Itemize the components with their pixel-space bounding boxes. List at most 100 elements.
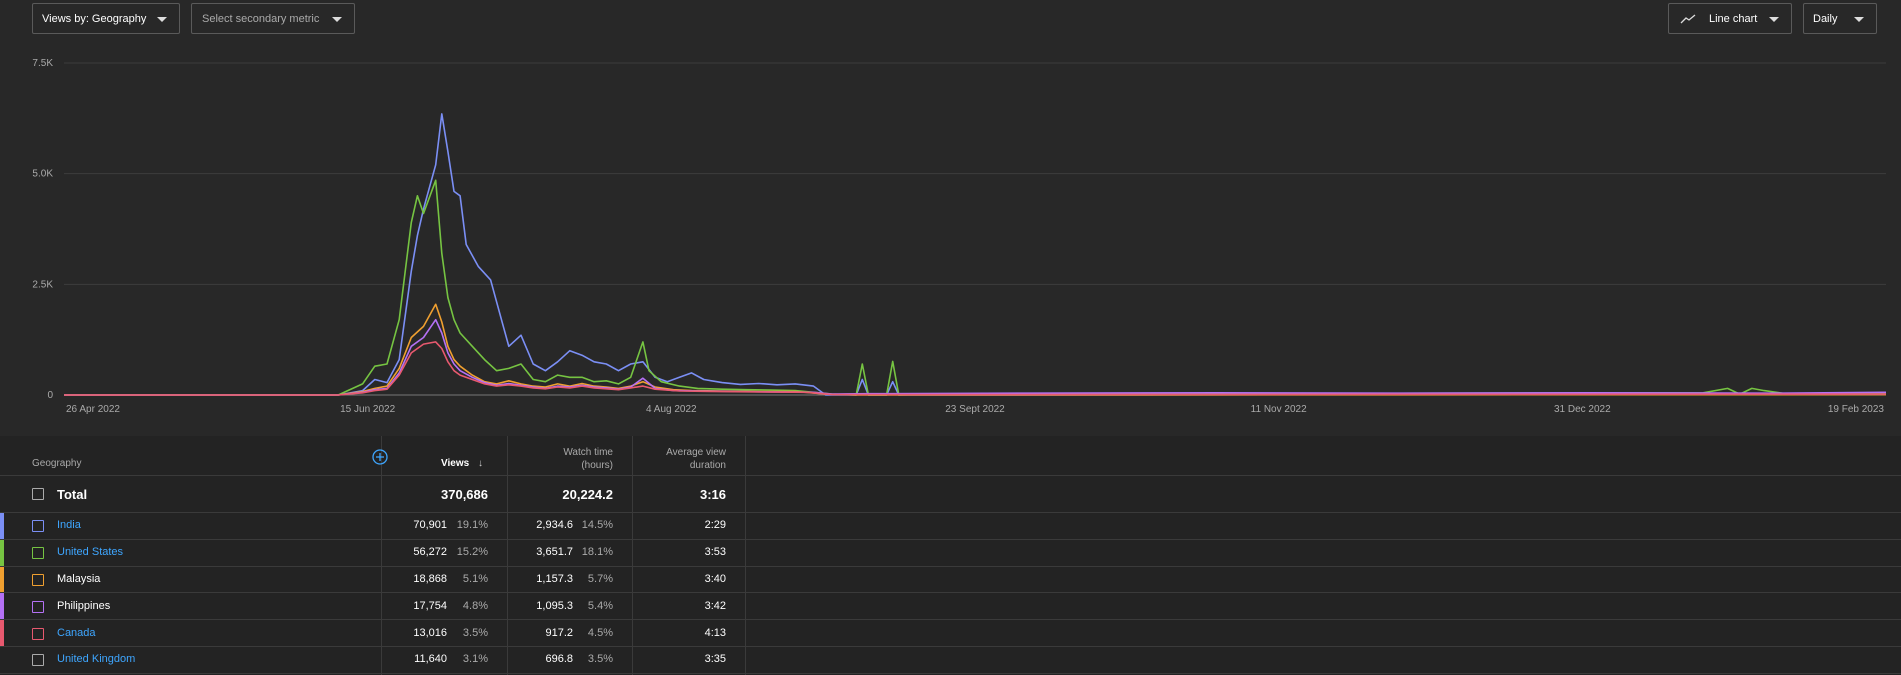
geography-table: Geography Views ↓ Watch time (hours) Ave…: [0, 436, 1901, 675]
total-avd: 3:16: [699, 487, 726, 502]
table-row[interactable]: Philippines 17,754 4.8% 1,095.3 5.4% 3:42: [0, 593, 1901, 621]
x-tick-label: 26 Apr 2022: [66, 404, 120, 415]
y-tick-label: 5.0K: [32, 169, 53, 180]
views-column-header[interactable]: Views ↓: [441, 457, 483, 470]
country-name: Philippines: [57, 599, 111, 612]
series-color-bar: [0, 539, 4, 567]
table-row[interactable]: United States 56,272 15.2% 3,651.7 18.1% 3:53: [0, 539, 1901, 567]
watch-time-percent: 5.4%: [587, 599, 613, 612]
watch-time-value: 2,934.6: [536, 519, 573, 532]
watch-time-header-line2: (hours): [581, 460, 613, 471]
watch-time-percent: 14.5%: [581, 519, 613, 532]
table-row[interactable]: United Kingdom 11,640 3.1% 696.8 3.5% 3:35: [0, 647, 1901, 674]
total-checkbox[interactable]: [32, 488, 44, 500]
geography-column-header[interactable]: Geography: [32, 457, 81, 470]
chevron-down-icon: [1854, 17, 1864, 22]
views-value: 56,272: [413, 546, 447, 559]
watch-time-column-header[interactable]: Watch time (hours): [520, 446, 613, 472]
views-value: 17,754: [413, 599, 447, 612]
y-tick-label: 2.5K: [32, 279, 53, 290]
watch-time-header-line1: Watch time: [563, 447, 613, 458]
watch-time-percent: 18.1%: [581, 546, 613, 559]
series-color-bar: [0, 566, 4, 594]
x-tick-label: 23 Sept 2022: [945, 404, 1005, 415]
watch-time-value: 917.2: [545, 626, 573, 639]
country-name[interactable]: Canada: [57, 627, 96, 639]
views-value: 13,016: [413, 626, 447, 639]
row-checkbox[interactable]: [32, 520, 44, 533]
y-tick-label: 0: [47, 390, 53, 401]
x-tick-label: 19 Feb 2023: [1828, 404, 1885, 415]
watch-time-percent: 5.7%: [587, 572, 613, 585]
avd-header-line1: Average view: [666, 447, 726, 458]
series-color-bar: [0, 513, 4, 540]
series-color-bar: [0, 620, 4, 647]
table-row[interactable]: Canada 13,016 3.5% 917.2 4.5% 4:13: [0, 620, 1901, 647]
chevron-down-icon: [157, 17, 167, 22]
secondary-metric-placeholder: Select secondary metric: [202, 12, 320, 25]
chevron-down-icon: [1769, 17, 1779, 22]
country-name[interactable]: India: [57, 519, 81, 531]
series-line-malaysia[interactable]: [64, 303, 1887, 396]
views-percent: 5.1%: [462, 572, 488, 585]
watch-time-value: 1,157.3: [536, 572, 573, 585]
avd-value: 3:42: [704, 599, 726, 612]
series-line-united-states[interactable]: [64, 179, 1887, 396]
table-row[interactable]: Malaysia 18,868 5.1% 1,157.3 5.7% 3:40: [0, 566, 1901, 594]
row-checkbox[interactable]: [32, 627, 44, 640]
secondary-metric-dropdown[interactable]: Select secondary metric: [191, 3, 355, 34]
country-name[interactable]: United Kingdom: [57, 653, 135, 665]
primary-metric-label: Views by: Geography: [42, 12, 147, 25]
views-percent: 4.8%: [462, 599, 488, 612]
series-line-india[interactable]: [64, 113, 1887, 396]
chart-type-dropdown[interactable]: Line chart: [1668, 3, 1792, 34]
avd-value: 3:53: [704, 546, 726, 559]
line-chart-icon: [1680, 14, 1696, 23]
row-checkbox[interactable]: [32, 573, 44, 586]
avd-column-header[interactable]: Average view duration: [645, 446, 726, 472]
total-label: Total: [57, 487, 88, 502]
watch-time-value: 1,095.3: [536, 599, 573, 612]
x-tick-label: 31 Dec 2022: [1554, 404, 1611, 415]
views-value: 11,640: [414, 653, 447, 666]
avd-header-line2: duration: [689, 460, 726, 471]
series-color-bar: [0, 593, 4, 621]
views-header-label: Views: [441, 458, 470, 469]
views-percent: 3.1%: [462, 653, 488, 666]
series-line-philippines[interactable]: [64, 318, 1887, 396]
x-tick-label: 11 Nov 2022: [1251, 404, 1307, 415]
total-watch-time: 20,224.2: [562, 487, 613, 502]
total-views: 370,686: [441, 487, 488, 502]
row-checkbox[interactable]: [32, 547, 44, 560]
granularity-label: Daily: [1813, 12, 1838, 25]
watch-time-value: 696.8: [545, 653, 573, 666]
views-percent: 19.1%: [456, 519, 488, 532]
table-row[interactable]: India 70,901 19.1% 2,934.6 14.5% 2:29: [0, 513, 1901, 540]
primary-metric-dropdown[interactable]: Views by: Geography: [32, 3, 180, 34]
series-line-canada[interactable]: [64, 341, 1887, 396]
views-percent: 15.2%: [456, 546, 488, 559]
views-value: 70,901: [413, 519, 447, 532]
granularity-dropdown[interactable]: Daily: [1803, 3, 1877, 34]
y-tick-label: 7.5K: [32, 58, 53, 69]
row-checkbox[interactable]: [32, 600, 44, 613]
x-tick-label: 4 Aug 2022: [646, 404, 697, 415]
sort-descending-icon: ↓: [477, 458, 483, 469]
watch-time-value: 3,651.7: [536, 546, 573, 559]
x-tick-label: 15 Jun 2022: [340, 404, 395, 415]
row-checkbox[interactable]: [32, 654, 44, 667]
avd-value: 4:13: [704, 626, 726, 639]
watch-time-percent: 3.5%: [587, 653, 613, 666]
views-percent: 3.5%: [462, 626, 488, 639]
chart-type-label: Line chart: [1709, 12, 1758, 25]
avd-value: 2:29: [704, 519, 726, 532]
add-column-icon[interactable]: [372, 449, 388, 465]
views-value: 18,868: [413, 572, 447, 585]
avd-value: 3:40: [704, 572, 726, 585]
chevron-down-icon: [332, 17, 342, 22]
country-name[interactable]: United States: [57, 546, 123, 558]
views-line-chart: 0 2.5K 5.0K 7.5K 26 Apr 2022 15 Jun 2022 4 Aug…: [32, 58, 1887, 415]
watch-time-percent: 4.5%: [587, 626, 613, 639]
avd-value: 3:35: [704, 653, 726, 666]
country-name: Malaysia: [57, 572, 101, 585]
